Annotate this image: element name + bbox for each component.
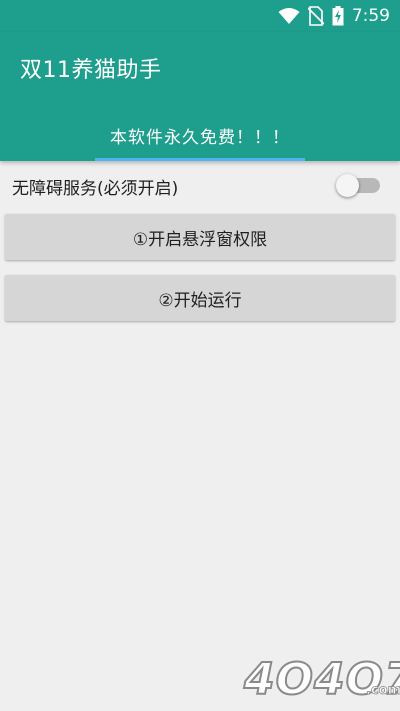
watermark-suffix: .com [366, 683, 400, 699]
toggle-thumb [336, 174, 359, 197]
wifi-icon [278, 6, 300, 26]
battery-charging-icon [332, 6, 344, 26]
tab-indicator [95, 158, 305, 161]
accessibility-toggle[interactable] [336, 174, 382, 198]
accessibility-switch-label: 无障碍服务(必须开启) [12, 179, 179, 199]
status-time: 7:59 [351, 6, 390, 26]
watermark-logo: 4O4O7 .com [243, 650, 400, 706]
app-title: 双11养猫助手 [20, 58, 162, 83]
status-bar: 7:59 [0, 0, 400, 32]
no-sim-icon [307, 6, 324, 26]
tab-free-software[interactable]: 本软件永久免费！！！ [95, 110, 305, 161]
screen: 7:59 双11养猫助手 本软件永久免费！！！ 无障碍服务(必须开启) ①开启悬… [0, 0, 400, 711]
float-permission-button[interactable]: ①开启悬浮窗权限 [5, 214, 395, 260]
app-bar: 双11养猫助手 本软件永久免费！！！ [0, 32, 400, 161]
start-button[interactable]: ②开始运行 [5, 275, 395, 321]
accessibility-switch-row[interactable]: 无障碍服务(必须开启) [0, 169, 400, 201]
